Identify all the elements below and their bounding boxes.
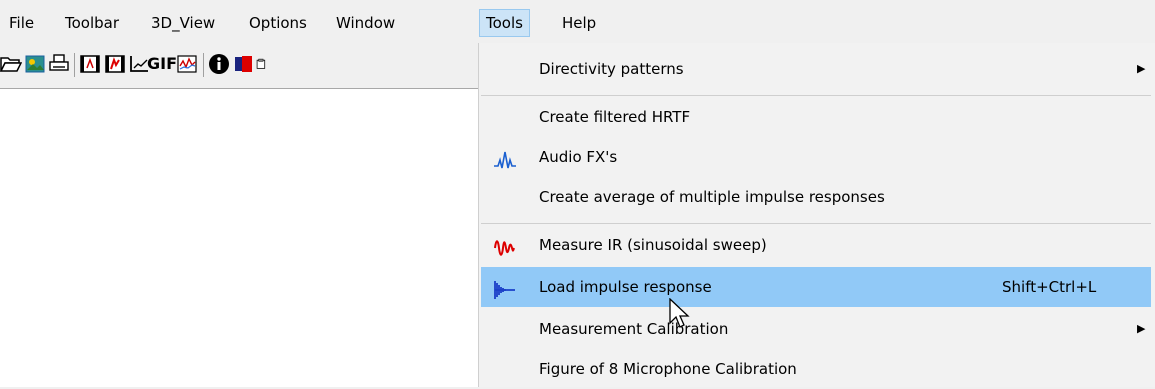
menu-item-label: Figure of 8 Microphone Calibration <box>539 360 797 378</box>
toolbar-separator <box>203 53 204 77</box>
gif-icon[interactable]: GIF <box>147 52 177 76</box>
menu-item-label: Audio FX's <box>539 148 618 166</box>
book-icon[interactable] <box>232 52 254 76</box>
menu-bar: File Toolbar 3D_View Options Window Tool… <box>0 0 1155 44</box>
menu-item-label: Measurement Calibration <box>539 320 729 338</box>
sine-sweep-icon <box>493 234 517 256</box>
menu-window[interactable]: Window <box>330 10 401 36</box>
film-icon[interactable] <box>79 52 101 76</box>
info-icon[interactable] <box>208 52 230 76</box>
menu-item-label: Measure IR (sinusoidal sweep) <box>539 236 767 254</box>
menu-toolbar[interactable]: Toolbar <box>59 10 125 36</box>
image-icon[interactable] <box>24 52 46 76</box>
menu-tools[interactable]: Tools <box>479 9 530 37</box>
submenu-arrow-icon: ▶ <box>1137 62 1146 75</box>
menu-3d-view[interactable]: 3D_View <box>145 10 221 36</box>
impulse-waveform-icon <box>493 276 517 299</box>
menu-options[interactable]: Options <box>243 10 313 36</box>
menu-file[interactable]: File <box>3 10 40 36</box>
menu-item-directivity-patterns[interactable]: Directivity patterns ▶ <box>481 49 1151 89</box>
open-folder-icon[interactable] <box>0 52 22 76</box>
plot-icon[interactable] <box>176 52 198 76</box>
film-red-icon[interactable] <box>104 52 126 76</box>
menu-item-measure-ir[interactable]: Measure IR (sinusoidal sweep) <box>481 225 1151 265</box>
menu-separator <box>481 223 1151 224</box>
menu-item-load-impulse-response[interactable]: Load impulse response Shift+Ctrl+L <box>481 267 1151 307</box>
menu-item-figure-of-8-calibration[interactable]: Figure of 8 Microphone Calibration <box>481 349 1151 389</box>
menu-item-label: Directivity patterns <box>539 60 684 78</box>
menu-item-audio-fx[interactable]: Audio FX's <box>481 137 1151 177</box>
print-icon[interactable] <box>48 52 70 76</box>
mouse-cursor-icon <box>669 298 690 328</box>
menu-item-measurement-calibration[interactable]: Measurement Calibration ▶ <box>481 309 1151 349</box>
menu-separator <box>481 95 1151 96</box>
clipboard-icon[interactable] <box>256 52 268 76</box>
tools-dropdown-menu: Directivity patterns ▶ Create filtered H… <box>478 43 1155 387</box>
menu-help[interactable]: Help <box>556 10 602 36</box>
menu-item-shortcut: Shift+Ctrl+L <box>1002 278 1097 296</box>
menu-item-create-filtered-hrtf[interactable]: Create filtered HRTF <box>481 97 1151 137</box>
main-canvas[interactable] <box>0 88 478 387</box>
toolbar-separator <box>74 53 75 77</box>
menu-item-create-average-impulse-responses[interactable]: Create average of multiple impulse respo… <box>481 177 1151 217</box>
submenu-arrow-icon: ▶ <box>1137 322 1146 335</box>
menu-item-label: Create filtered HRTF <box>539 108 691 126</box>
toolbar: GIF <box>0 44 478 88</box>
audio-wave-icon <box>493 146 517 169</box>
menu-item-label: Create average of multiple impulse respo… <box>539 188 885 206</box>
